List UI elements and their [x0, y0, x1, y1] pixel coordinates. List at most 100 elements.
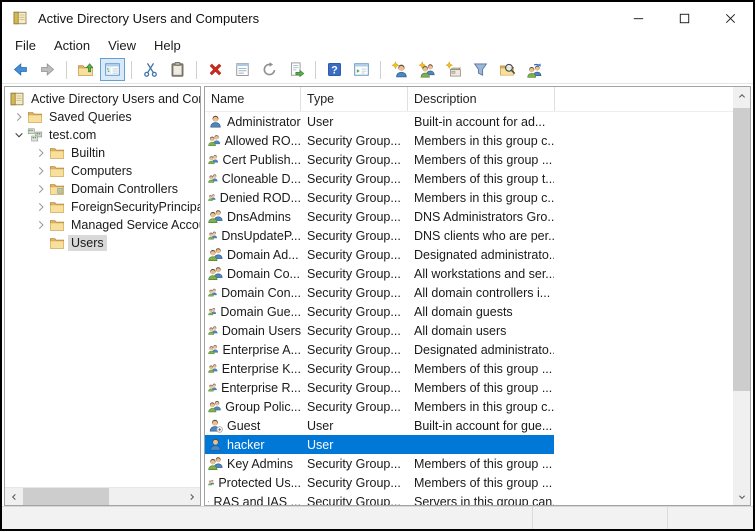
security-group-icon	[208, 500, 210, 503]
tree-item-test-com[interactable]: test.com	[5, 126, 200, 144]
table-row-enterprise-k[interactable]: Enterprise K... Security Group... Members …	[205, 359, 554, 378]
tree-item-managed-service-accounts[interactable]: Managed Service Accounts	[5, 216, 200, 234]
menubar: File Action View Help	[2, 34, 753, 56]
chevron-expanded-icon[interactable]	[11, 128, 27, 142]
object-name: Domain Gue...	[220, 304, 301, 319]
table-row-denied-rod[interactable]: Denied ROD... Security Group... Members in…	[205, 188, 554, 207]
maximize-button[interactable]	[661, 2, 707, 34]
object-name: Domain Users	[221, 323, 301, 338]
folder-icon	[49, 145, 65, 161]
table-row-group-polic[interactable]: Group Polic... Security Group... Members i…	[205, 397, 554, 416]
new-group-button[interactable]	[414, 58, 439, 81]
column-header-name[interactable]: Name	[205, 87, 301, 111]
help-button[interactable]: ?	[322, 58, 347, 81]
new-user-button[interactable]	[387, 58, 412, 81]
object-name: Enterprise R...	[221, 380, 301, 395]
paste-button[interactable]	[165, 58, 190, 81]
table-row-cloneable-d[interactable]: Cloneable D... Security Group... Members o…	[205, 169, 554, 188]
table-row-domain-con[interactable]: Domain Con... Security Group... All domain…	[205, 283, 554, 302]
tree-item-users[interactable]: Users	[5, 234, 200, 252]
cut-icon	[144, 63, 157, 77]
tree-item-active-directory-users-and-computers[interactable]: Active Directory Users and Computers	[5, 90, 200, 108]
table-row-ras-and-ias[interactable]: RAS and IAS ... Security Group... Servers …	[205, 492, 554, 505]
cell-name: Domain Ad...	[205, 247, 301, 262]
cell-type: Security Group...	[307, 247, 401, 262]
horizontal-scroll-thumb[interactable]	[23, 488, 109, 505]
add-to-group-button[interactable]	[522, 58, 547, 81]
object-name: Key Admins	[227, 456, 294, 471]
chevron-collapsed-glyph	[16, 112, 22, 122]
up-one-level-button[interactable]	[73, 58, 98, 81]
table-row-domain-co[interactable]: Domain Co... Security Group... All worksta…	[205, 264, 554, 283]
folder-icon	[49, 163, 65, 179]
menu-file[interactable]: File	[6, 36, 45, 55]
tree-horizontal-scrollbar[interactable]	[5, 487, 200, 505]
minimize-button[interactable]	[615, 2, 661, 34]
cell-name: DnsUpdateP...	[205, 228, 301, 243]
table-row-guest[interactable]: Guest User Built-in account for gue...	[205, 416, 554, 435]
table-row-hacker[interactable]: hacker User	[205, 435, 554, 454]
new-ou-button[interactable]	[441, 58, 466, 81]
show-console-tree-button[interactable]	[100, 58, 125, 81]
table-row-domain-ad[interactable]: Domain Ad... Security Group... Designated …	[205, 245, 554, 264]
object-name: hacker	[227, 437, 265, 452]
cell-name: Domain Gue...	[205, 304, 301, 319]
chevron-collapsed-icon[interactable]	[11, 110, 27, 124]
export-list-button[interactable]	[284, 58, 309, 81]
chevron-collapsed-icon[interactable]	[33, 200, 49, 214]
list-vertical-scrollbar[interactable]	[733, 87, 750, 505]
delete-button[interactable]	[203, 58, 228, 81]
tree-item-builtin[interactable]: Builtin	[5, 144, 200, 162]
chevron-collapsed-icon[interactable]	[33, 182, 49, 196]
user-icon	[210, 115, 221, 128]
chevron-collapsed-icon[interactable]	[33, 164, 49, 178]
back-button[interactable]	[8, 58, 33, 81]
table-row-domain-gue[interactable]: Domain Gue... Security Group... All domain…	[205, 302, 554, 321]
cell-type: User	[307, 437, 334, 452]
forward-icon	[41, 63, 55, 76]
table-row-enterprise-r[interactable]: Enterprise R... Security Group... Members …	[205, 378, 554, 397]
table-row-allowed-ro[interactable]: Allowed RO... Security Group... Members in…	[205, 131, 554, 150]
table-row-dnsupdatep[interactable]: DnsUpdateP... Security Group... DNS client…	[205, 226, 554, 245]
table-row-protected-us[interactable]: Protected Us... Security Group... Members …	[205, 473, 554, 492]
table-row-domain-users[interactable]: Domain Users Security Group... All domain …	[205, 321, 554, 340]
tree-item-foreignsecurityprincipals[interactable]: ForeignSecurityPrincipals	[5, 198, 200, 216]
tree-item-computers[interactable]: Computers	[5, 162, 200, 180]
filter-button[interactable]	[468, 58, 493, 81]
refresh-button[interactable]	[257, 58, 282, 81]
chevron-collapsed-icon[interactable]	[33, 146, 49, 160]
security-group-icon	[208, 307, 217, 316]
table-row-key-admins[interactable]: Key Admins Security Group... Members of th…	[205, 454, 554, 473]
column-header-type[interactable]: Type	[301, 87, 408, 111]
cell-type: Security Group...	[307, 285, 401, 300]
toolbar-separator	[196, 60, 197, 79]
statusbar-section	[668, 507, 753, 529]
menu-help[interactable]: Help	[145, 36, 190, 55]
table-row-cert-publish[interactable]: Cert Publish... Security Group... Members …	[205, 150, 554, 169]
console-window-button[interactable]	[349, 58, 374, 81]
table-row-dnsadmins[interactable]: DnsAdmins Security Group... DNS Administra…	[205, 207, 554, 226]
table-row-administrator[interactable]: Administrator User Built-in account for ad…	[205, 112, 554, 131]
scroll-up-button[interactable]	[733, 87, 750, 104]
menu-view[interactable]: View	[99, 36, 145, 55]
tree-item-domain-controllers[interactable]: Domain Controllers	[5, 180, 200, 198]
close-button[interactable]	[707, 2, 753, 34]
folder-glyph	[50, 148, 64, 159]
forward-button[interactable]	[35, 58, 60, 81]
folder-glyph	[50, 166, 64, 177]
vertical-scroll-thumb[interactable]	[733, 108, 750, 391]
window-title: Active Directory Users and Computers	[38, 10, 260, 26]
column-header-description[interactable]: Description	[408, 87, 555, 111]
cut-button[interactable]	[138, 58, 163, 81]
scroll-right-button[interactable]	[183, 488, 200, 505]
tree-item-saved-queries[interactable]: Saved Queries	[5, 108, 200, 126]
find-button[interactable]	[495, 58, 520, 81]
chevron-collapsed-icon[interactable]	[33, 218, 49, 232]
properties-button[interactable]	[230, 58, 255, 81]
cell-description: All workstations and ser...	[414, 266, 554, 281]
scroll-left-button[interactable]	[5, 488, 22, 505]
scroll-down-button[interactable]	[733, 488, 750, 505]
menu-action[interactable]: Action	[45, 36, 99, 55]
table-row-enterprise-a[interactable]: Enterprise A... Security Group... Designat…	[205, 340, 554, 359]
folder-icon	[49, 199, 65, 215]
